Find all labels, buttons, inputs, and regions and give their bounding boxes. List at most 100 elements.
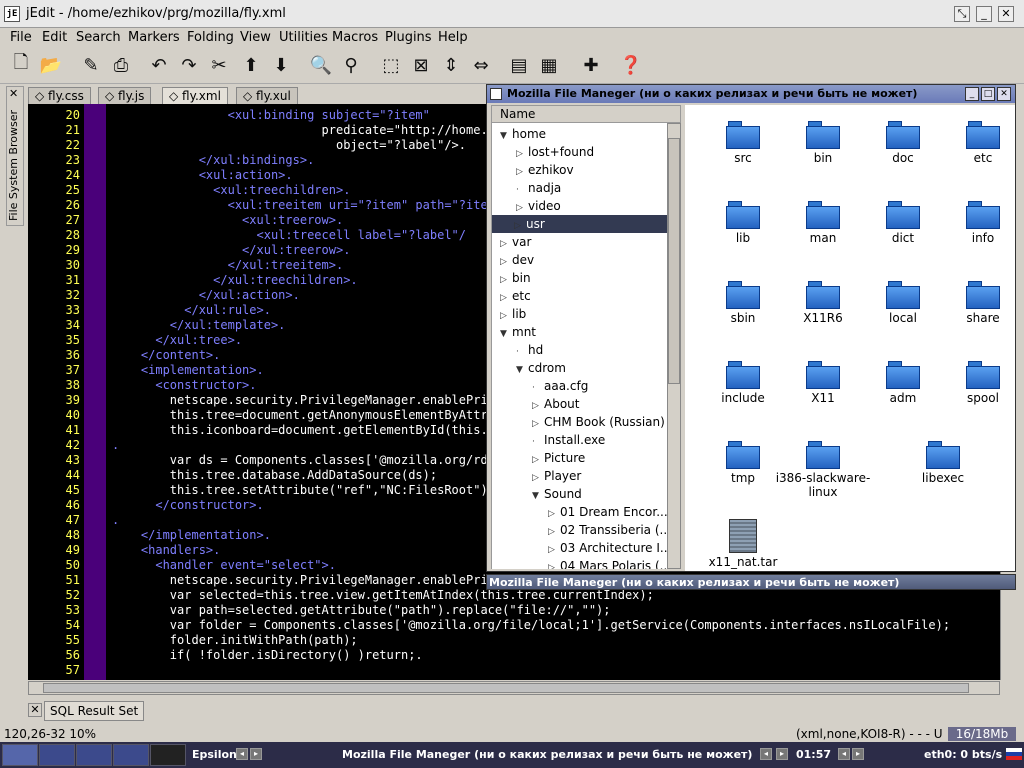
code-line[interactable]: </xul:rule>. <box>112 303 271 318</box>
window-menu-icon[interactable] <box>490 88 502 100</box>
icon-view[interactable]: src bin doc etc lib man dict info sbin X11R6 local… <box>685 105 1015 571</box>
code-line[interactable]: this.tree=document.getAnonymousElementBy… <box>112 408 495 423</box>
tree-scroll-thumb[interactable] <box>668 138 680 384</box>
folder-item[interactable]: sbin <box>703 281 783 325</box>
code-line[interactable]: var ds = Components.classes['@mozilla.or… <box>112 453 502 468</box>
folder-item[interactable]: lib <box>703 201 783 245</box>
dock-close-icon[interactable]: ✕ <box>28 703 42 717</box>
tree-node[interactable]: · hd <box>516 341 543 359</box>
tree-node[interactable]: ▷ 02 Transsiberia (... <box>548 521 667 539</box>
workspace-name[interactable]: Epsilon <box>192 748 237 761</box>
code-line[interactable]: if( !folder.isDirectory() )return;. <box>112 648 423 663</box>
flag-icon[interactable] <box>1006 748 1022 760</box>
help-icon[interactable]: ❓ <box>618 52 644 78</box>
expanded-arrow-icon[interactable]: ▼ <box>532 487 544 505</box>
find-replace-icon[interactable]: ⚲ <box>338 52 364 78</box>
next-clock-icon[interactable]: ▸ <box>852 748 864 760</box>
updown-icon[interactable]: ⇕ <box>438 52 464 78</box>
code-line[interactable]: </xul:bindings>. <box>112 153 315 168</box>
folder-item[interactable]: include <box>703 361 783 405</box>
iconify-icon[interactable]: ⤡ <box>954 6 970 22</box>
next-workspace-icon[interactable]: ▸ <box>250 748 262 760</box>
tree-column-header[interactable]: Name <box>491 105 681 123</box>
code-line[interactable]: </xul:treechildren>. <box>112 273 358 288</box>
code-line[interactable]: this.tree.database.AddDataSource(ds); <box>112 468 437 483</box>
code-line[interactable]: <xul:treeitem uri="?item" path="?item <box>112 198 495 213</box>
code-line[interactable]: <xul:binding subject="?item" <box>112 108 430 123</box>
tree-node[interactable]: ▼ mnt <box>500 323 536 341</box>
file-system-browser-dock[interactable]: ✕ File System Browser <box>6 86 24 226</box>
folder-item[interactable]: info <box>943 201 1023 245</box>
tree-node[interactable]: ▷ dev <box>500 251 534 269</box>
code-line[interactable]: <xul:treecell label="?label"/ <box>112 228 466 243</box>
plugin-icon[interactable]: ✚ <box>578 52 604 78</box>
collapsed-arrow-icon[interactable]: ▷ <box>548 559 560 569</box>
expand-icon[interactable]: ⊠ <box>408 52 434 78</box>
code-line[interactable]: . <box>112 513 119 528</box>
file-system-browser-tab[interactable]: File System Browser <box>7 107 25 225</box>
code-line[interactable]: predicate="http://home.nets <box>112 123 517 138</box>
menu-edit[interactable]: Edit <box>42 30 67 45</box>
folder-item[interactable]: X11 <box>783 361 863 405</box>
folder-item[interactable]: etc <box>943 121 1023 165</box>
tree-node[interactable]: ▷ bin <box>500 269 531 287</box>
file-item[interactable]: x11_nat.tar <box>703 519 783 569</box>
pen-icon[interactable]: ✎ <box>78 52 104 78</box>
folder-item[interactable]: adm <box>863 361 943 405</box>
code-line[interactable]: object="?label"/>. <box>112 138 466 153</box>
tree-node[interactable]: ▷ usr <box>492 215 667 233</box>
tree-node[interactable]: ▷ var <box>500 233 531 251</box>
bookmark-icon[interactable]: ▤ <box>506 52 532 78</box>
menu-macros[interactable]: Macros <box>332 30 378 45</box>
redo-icon[interactable]: ↷ <box>176 52 202 78</box>
close-icon[interactable]: ✕ <box>998 6 1014 22</box>
prev-task-icon[interactable]: ◂ <box>760 748 772 760</box>
folder-item[interactable]: share <box>943 281 1023 325</box>
folder-item[interactable]: i386-slackware-linux <box>763 441 883 499</box>
pager-desk-5[interactable] <box>150 744 186 766</box>
code-line[interactable]: netscape.security.PrivilegeManager.enabl… <box>112 573 495 588</box>
open-icon[interactable]: 📂 <box>38 52 64 78</box>
tree-node[interactable]: ▷ video <box>516 197 561 215</box>
pager-desk-1[interactable] <box>2 744 38 766</box>
code-line[interactable]: </xul:treerow>. <box>112 243 350 258</box>
code-line[interactable]: </xul:action>. <box>112 288 300 303</box>
prev-clock-icon[interactable]: ◂ <box>838 748 850 760</box>
code-line[interactable]: </xul:template>. <box>112 318 286 333</box>
tree-node[interactable]: ▷ ezhikov <box>516 161 574 179</box>
code-line[interactable]: </constructor>. <box>112 498 263 513</box>
cut-icon[interactable]: ✂ <box>206 52 232 78</box>
folder-item[interactable]: bin <box>783 121 863 165</box>
folder-item[interactable]: spool <box>943 361 1023 405</box>
menu-utilities[interactable]: Utilities <box>279 30 328 45</box>
tree-node[interactable]: ▷ lost+found <box>516 143 594 161</box>
expanded-arrow-icon[interactable]: ▼ <box>500 325 512 343</box>
code-line[interactable]: var folder = Components.classes['@mozill… <box>112 618 950 633</box>
tree-node[interactable]: ▷ 01 Dream Encor... <box>548 503 667 521</box>
folder-item[interactable]: X11R6 <box>783 281 863 325</box>
tree-node[interactable]: ▷ Picture <box>532 449 585 467</box>
upload-icon[interactable]: ⬆ <box>238 52 264 78</box>
editor-horizontal-scrollbar[interactable] <box>28 681 1000 695</box>
expanded-arrow-icon[interactable]: ▼ <box>516 361 528 379</box>
dock-close-icon[interactable]: ✕ <box>9 87 18 100</box>
code-line[interactable]: <xul:action>. <box>112 168 293 183</box>
pager-desk-3[interactable] <box>76 744 112 766</box>
code-line[interactable]: <xul:treerow>. <box>112 213 343 228</box>
code-line[interactable]: </implementation>. <box>112 528 271 543</box>
prev-workspace-icon[interactable]: ◂ <box>236 748 248 760</box>
options-icon[interactable]: ▦ <box>536 52 562 78</box>
tab-fly-xul[interactable]: ◇ fly.xul <box>236 87 298 104</box>
file-manager-title-bar-2[interactable]: Mozilla File Maneger (ни о каких релизах… <box>486 574 1016 590</box>
tree-node[interactable]: ▷ etc <box>500 287 531 305</box>
menu-file[interactable]: File <box>10 30 32 45</box>
tree-node[interactable]: ▼ home <box>500 125 546 143</box>
minimize-icon[interactable]: _ <box>965 87 979 101</box>
code-line[interactable]: this.tree.setAttribute("ref","NC:FilesRo… <box>112 483 495 498</box>
menu-view[interactable]: View <box>240 30 271 45</box>
tab-fly-js[interactable]: ◇ fly.js <box>98 87 152 104</box>
file-manager-title-bar[interactable]: Mozilla File Maneger (ни о каких релизах… <box>487 85 1015 103</box>
scroll-thumb[interactable] <box>43 683 969 693</box>
code-line[interactable]: <handlers>. <box>112 543 220 558</box>
code-line[interactable]: folder.initWithPath(path); <box>112 633 358 648</box>
